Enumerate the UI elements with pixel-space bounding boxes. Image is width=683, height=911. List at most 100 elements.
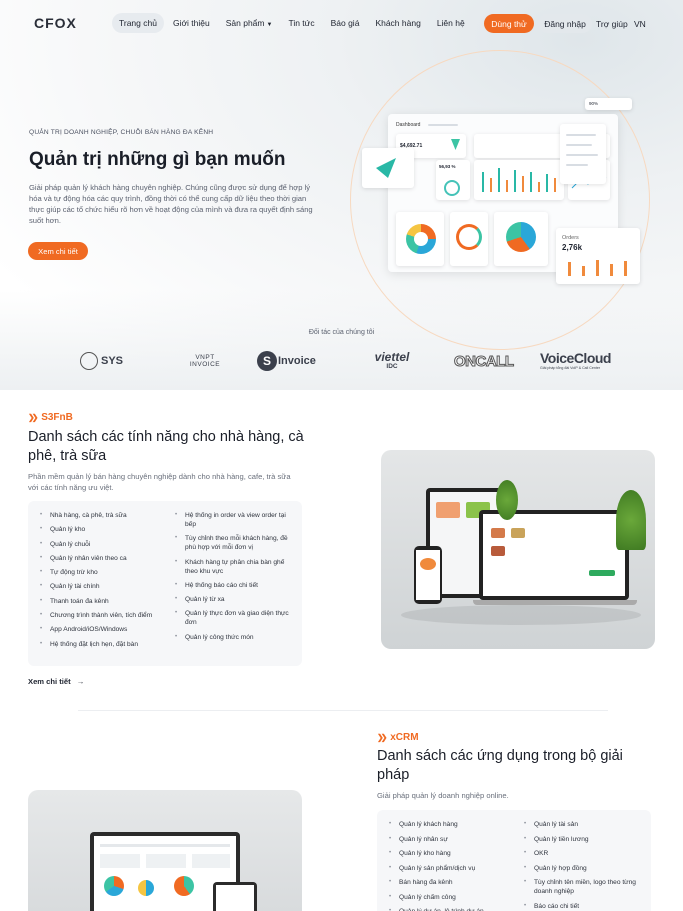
nav-item-contact[interactable]: Liên hệ xyxy=(430,13,472,33)
feature-item: Quản lý hợp đồng xyxy=(524,864,642,873)
hero-title: Quản trị những gì bạn muốn xyxy=(29,149,286,170)
nav-item-products[interactable]: Sản phẩm ▼ xyxy=(219,13,280,33)
feature-list-right: Hệ thống in order và view order tại bếp T… xyxy=(175,511,293,647)
partner-name: viettel xyxy=(374,350,410,364)
feature-item: Quản lý dự án, lộ trình dự án xyxy=(389,907,509,911)
feature-item: Quản lý chấm công xyxy=(389,893,509,902)
logo[interactable]: CFOX xyxy=(34,15,77,31)
logo-text: CFOX xyxy=(34,15,77,31)
orders-label: Orders xyxy=(562,235,579,241)
partner-logo-sys[interactable]: SYS xyxy=(80,347,130,375)
nav-item-customers[interactable]: Khách hàng xyxy=(368,13,427,33)
feature-item: Quản lý sản phẩm/dịch vụ xyxy=(389,864,509,873)
partner-name: SYS xyxy=(101,355,124,367)
feature-item: Quản lý tài sản xyxy=(524,820,642,829)
nav-item-news[interactable]: Tin tức xyxy=(281,13,321,33)
partner-tagline: Giải pháp tổng đài VoIP & Call Center xyxy=(540,366,601,370)
orders-value: 2,76k xyxy=(562,243,583,252)
feature-item: Quản lý thực đơn và giao diện thực đơn xyxy=(175,609,293,627)
partner-logo-voicecloud[interactable]: VoiceCloud Giải pháp tổng đài VoIP & Cal… xyxy=(540,347,626,375)
floating-list-card xyxy=(560,124,606,184)
floating-card xyxy=(362,148,414,188)
s3fnb-devices-image xyxy=(381,450,655,649)
feature-list-left: Quản lý khách hàng Quản lý nhân sự Quản lý… xyxy=(389,820,509,911)
feature-item: Quản lý kho hàng xyxy=(389,849,509,858)
tag-label: xCRM xyxy=(390,732,419,743)
feature-item: Khách hàng tự phân chia bàn ghế theo khu… xyxy=(175,558,293,576)
feature-item: Quản lý công thức món xyxy=(175,633,293,642)
xcrm-laptop-image xyxy=(28,790,302,911)
feature-item: App Android/iOS/Windows xyxy=(40,625,160,634)
orders-card: Orders 2,76k xyxy=(556,228,640,284)
login-button[interactable]: Đăng nhập xyxy=(538,14,592,33)
feature-item: Thanh toán đa kênh xyxy=(40,597,160,606)
floating-popup: 90% xyxy=(585,98,632,110)
partner-name: VoiceCloud xyxy=(540,350,611,366)
double-chevron-icon: ❯❯ xyxy=(28,413,39,422)
nav-label: Tin tức xyxy=(288,18,315,28)
feature-item: Quản lý nhân sự xyxy=(389,835,509,844)
feature-list-left: Nhà hàng, cà phê, trà sữa Quản lý kho Quản… xyxy=(40,511,160,654)
feature-item: Quản lý chuỗi xyxy=(40,540,160,549)
section-tag-s3fnb: ❯❯ S3FnB xyxy=(28,412,73,423)
arrow-right-icon: → xyxy=(76,677,85,686)
dashboard-title: Dashboard xyxy=(396,122,421,128)
section-divider xyxy=(78,710,608,711)
nav-item-about[interactable]: Giới thiệu xyxy=(166,13,217,33)
nav-label: Sản phẩm xyxy=(225,18,265,28)
feature-item: Hệ thống đặt lịch hẹn, đặt bàn xyxy=(40,640,160,649)
partner-sub: IDC xyxy=(386,363,398,370)
feature-item: Nhà hàng, cà phê, trà sữa xyxy=(40,511,160,520)
feature-item: Tự động trừ kho xyxy=(40,568,160,577)
feature-item: Quản lý tiền lương xyxy=(524,835,642,844)
feature-item: Chương trình thành viên, tích điểm xyxy=(40,611,160,620)
section-title-s3fnb: Danh sách các tính năng cho nhà hàng, cà… xyxy=(28,429,304,464)
partner-logo-oncall[interactable]: ONCALL xyxy=(454,347,518,375)
popup-value: 90% xyxy=(589,101,599,106)
link-label: Xem chi tiết xyxy=(28,677,71,686)
feature-item: Hệ thống in order và view order tại bếp xyxy=(175,511,293,529)
partner-logo-vnpt[interactable]: VNPT INVOICE xyxy=(180,347,230,375)
nav-label: Báo giá xyxy=(330,18,360,28)
feature-item: Hệ thống báo cáo chi tiết xyxy=(175,581,293,590)
partner-name: INVOICE xyxy=(189,361,221,368)
language-switcher[interactable]: VN xyxy=(634,19,646,29)
feature-item: Quản lý tài chính xyxy=(40,582,160,591)
try-button[interactable]: Dùng thử xyxy=(484,14,534,33)
feature-item: Báo cáo chi tiết xyxy=(524,902,642,911)
hero-detail-button[interactable]: Xem chi tiết xyxy=(28,242,88,260)
hero-eyebrow: QUẢN TRỊ DOANH NGHIỆP, CHUỖI BÁN HÀNG ĐA… xyxy=(29,129,214,136)
feature-item: Tùy chỉnh tên miền, logo theo từng doanh… xyxy=(524,878,642,896)
feature-list-right: Quản lý tài sản Quản lý tiền lương OKR Quản… xyxy=(524,820,642,911)
section-tag-xcrm: ❯❯ xCRM xyxy=(377,732,419,743)
section-desc-xcrm: Giải pháp quản lý doanh nghiệp online. xyxy=(377,791,509,800)
partner-name: VNPT xyxy=(195,354,215,361)
nav-label: Khách hàng xyxy=(375,18,421,28)
s3fnb-detail-link[interactable]: Xem chi tiết → xyxy=(28,677,84,686)
hero-description: Giải pháp quản lý khách hàng chuyên nghi… xyxy=(29,183,313,225)
section-desc-s3fnb: Phần mềm quản lý bán hàng chuyên nghiệp … xyxy=(28,472,291,492)
stat-percent: 56,93 % xyxy=(439,164,456,169)
sinvoice-emblem-icon: S xyxy=(257,351,277,371)
nav-label: Giới thiệu xyxy=(172,18,210,28)
nav-item-pricing[interactable]: Báo giá xyxy=(324,13,367,33)
partner-logo-viettel[interactable]: viettel IDC xyxy=(364,347,420,375)
feature-item: OKR xyxy=(524,849,642,858)
tag-label: S3FnB xyxy=(41,412,73,423)
nav-label: Liên hệ xyxy=(436,18,465,28)
feature-item: Tùy chỉnh theo mỗi khách hàng, đề phù hợ… xyxy=(175,534,293,552)
chevron-down-icon: ▼ xyxy=(266,22,273,28)
section-title-xcrm: Danh sách các ứng dụng trong bộ giải phá… xyxy=(377,748,623,783)
help-link[interactable]: Trợ giúp xyxy=(596,19,628,29)
partner-name: ONCALL xyxy=(454,352,515,370)
partner-name: Invoice xyxy=(278,355,316,367)
sys-emblem-icon xyxy=(80,352,98,370)
partner-logo-sinvoice[interactable]: S Invoice xyxy=(257,347,329,375)
double-chevron-icon: ❯❯ xyxy=(377,733,388,742)
feature-item: Quản lý khách hàng xyxy=(389,820,509,829)
partners-title: Đối tác của chúng tôi xyxy=(308,329,375,336)
nav-item-home[interactable]: Trang chủ xyxy=(112,13,164,33)
feature-item: Quản lý kho xyxy=(40,525,160,534)
nav-label: Trang chủ xyxy=(119,18,157,28)
feature-item: Bán hàng đa kênh xyxy=(389,878,509,887)
